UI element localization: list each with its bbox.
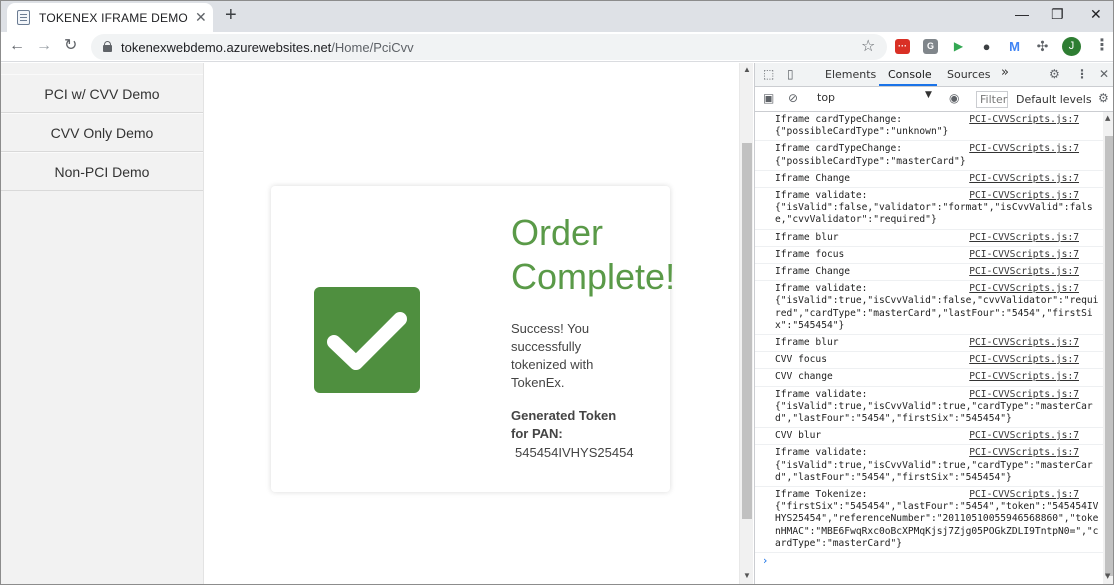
scroll-down-icon[interactable]: ▼ — [1105, 572, 1110, 580]
scroll-up-icon[interactable]: ▲ — [1105, 114, 1110, 122]
page-scrollbar[interactable]: ▲ ▼ — [739, 63, 753, 584]
browser-tab[interactable]: TOKENEX IFRAME DEMO ✕ — [7, 3, 213, 32]
tab-title: TOKENEX IFRAME DEMO — [39, 11, 188, 25]
devtools-panel: ⬚ ▯ Elements Console Sources » ⚙ ⋮ ✕ ▣ ⊘… — [754, 63, 1113, 584]
console-source-link[interactable]: PCI-CVVScripts.js:7 — [969, 232, 1079, 244]
active-tab-indicator — [879, 84, 937, 86]
console-source-link[interactable]: PCI-CVVScripts.js:7 — [969, 354, 1079, 366]
console-source-link[interactable]: PCI-CVVScripts.js:7 — [969, 283, 1079, 295]
scroll-down-icon[interactable]: ▼ — [743, 571, 751, 580]
extension-icon[interactable]: ● — [979, 39, 994, 54]
console-message: Iframe cardTypeChange: {"possibleCardTyp… — [755, 141, 1103, 171]
close-devtools-icon[interactable]: ✕ — [1099, 67, 1109, 81]
console-message: Iframe validate: {"isValid":true,"isCvvV… — [755, 445, 1103, 488]
log-levels-dropdown[interactable]: Default levels — [1016, 93, 1092, 106]
forward-button[interactable]: → — [36, 37, 52, 55]
back-button[interactable]: ← — [9, 37, 25, 55]
console-source-link[interactable]: PCI-CVVScripts.js:7 — [969, 249, 1079, 261]
profile-avatar[interactable]: J — [1062, 37, 1081, 56]
minimize-button[interactable]: — — [1015, 5, 1029, 23]
token-label: Generated Token for PAN: — [511, 408, 617, 441]
console-filter-input[interactable]: Filter — [976, 91, 1008, 108]
console-message: CVV focus PCI-CVVScripts.js:7 — [755, 352, 1103, 370]
chevron-down-icon: ▼ — [925, 90, 932, 100]
page-scroll-thumb[interactable] — [742, 143, 752, 519]
new-tab-button[interactable]: + — [225, 4, 237, 26]
tab-console[interactable]: Console — [888, 68, 932, 81]
devtools-menu-icon[interactable]: ⋮ — [1076, 67, 1088, 81]
console-message: Iframe validate: {"isValid":false,"valid… — [755, 188, 1103, 230]
console-source-link[interactable]: PCI-CVVScripts.js:7 — [969, 337, 1079, 349]
console-message: Iframe Change PCI-CVVScripts.js:7 — [755, 264, 1103, 282]
console-prompt[interactable]: › — [755, 553, 1103, 568]
console-source-link[interactable]: PCI-CVVScripts.js:7 — [969, 190, 1079, 202]
context-selector[interactable]: top ▼ — [817, 90, 937, 104]
console-source-link[interactable]: PCI-CVVScripts.js:7 — [969, 173, 1079, 185]
sidebar-item-pci-cvv[interactable]: PCI w/ CVV Demo — [1, 74, 203, 113]
sidebar-item-cvv-only[interactable]: CVV Only Demo — [1, 113, 203, 152]
bookmark-star-icon[interactable]: ☆ — [861, 38, 875, 56]
sidebar-toggle-icon[interactable]: ▣ — [763, 91, 774, 105]
console-message: Iframe blur PCI-CVVScripts.js:7 — [755, 335, 1103, 353]
restore-button[interactable]: ❐ — [1051, 5, 1064, 23]
console-source-link[interactable]: PCI-CVVScripts.js:7 — [969, 114, 1079, 126]
live-expression-eye-icon[interactable]: ◉ — [949, 91, 959, 105]
devtools-tabbar: ⬚ ▯ Elements Console Sources » ⚙ ⋮ ✕ — [755, 63, 1113, 87]
tab-sources[interactable]: Sources — [947, 68, 991, 81]
settings-gear-icon[interactable]: ⚙ — [1049, 67, 1060, 81]
clear-console-icon[interactable]: ⊘ — [788, 91, 798, 105]
order-complete-title: Order Complete! — [511, 212, 676, 297]
lock-icon[interactable] — [103, 41, 112, 52]
console-message: Iframe validate: {"isValid":true,"isCvvV… — [755, 281, 1103, 336]
extension-icon[interactable]: M — [1007, 39, 1022, 54]
extensions-puzzle-icon[interactable]: ✣ — [1035, 39, 1050, 54]
reload-button[interactable]: ↻ — [64, 37, 77, 55]
scroll-up-icon[interactable]: ▲ — [743, 65, 751, 74]
sidebar-item-non-pci[interactable]: Non-PCI Demo — [1, 152, 203, 191]
extension-icon[interactable]: G — [923, 39, 938, 54]
console-message: Iframe blur PCI-CVVScripts.js:7 — [755, 230, 1103, 247]
console-scroll-thumb[interactable] — [1105, 136, 1113, 576]
address-bar[interactable]: tokenexwebdemo.azurewebsites.net/Home/Pc… — [91, 34, 887, 60]
tab-close-icon[interactable]: ✕ — [195, 9, 207, 25]
page-favicon-icon — [17, 10, 30, 25]
tab-elements[interactable]: Elements — [825, 68, 876, 81]
console-message: Iframe validate: {"isValid":true,"isCvvV… — [755, 387, 1103, 429]
console-source-link[interactable]: PCI-CVVScripts.js:7 — [969, 143, 1079, 155]
console-source-link[interactable]: PCI-CVVScripts.js:7 — [969, 489, 1079, 501]
extension-icon[interactable]: ▶ — [951, 39, 966, 54]
console-source-link[interactable]: PCI-CVVScripts.js:7 — [969, 266, 1079, 278]
page-viewport: PCI w/ CVV Demo CVV Only Demo Non-PCI De… — [1, 63, 753, 584]
browser-toolbar: ← → ↻ tokenexwebdemo.azurewebsites.net/H… — [1, 32, 1113, 62]
tab-strip: TOKENEX IFRAME DEMO ✕ + — ❐ ✕ — [1, 1, 1113, 32]
console-filter-bar: ▣ ⊘ top ▼ ◉ Filter Default levels ⚙ — [755, 87, 1113, 112]
browser-window: TOKENEX IFRAME DEMO ✕ + — ❐ ✕ ← → ↻ toke… — [0, 0, 1114, 585]
token-value: 545454IVHYS25454 — [515, 445, 634, 460]
checkmark-icon — [314, 287, 420, 393]
close-window-button[interactable]: ✕ — [1090, 5, 1102, 23]
console-scrollbar[interactable]: ▲ ▼ — [1103, 112, 1113, 584]
demo-sidebar: PCI w/ CVV Demo CVV Only Demo Non-PCI De… — [1, 63, 204, 584]
console-message: Iframe Change PCI-CVVScripts.js:7 — [755, 171, 1103, 189]
extension-icon[interactable]: ··· — [895, 39, 910, 54]
console-message: CVV change PCI-CVVScripts.js:7 — [755, 369, 1103, 387]
success-message: Success! You successfully tokenized with… — [511, 321, 594, 390]
console-source-link[interactable]: PCI-CVVScripts.js:7 — [969, 447, 1079, 459]
console-message: CVV blur PCI-CVVScripts.js:7 — [755, 428, 1103, 446]
more-tabs-icon[interactable]: » — [1001, 65, 1009, 80]
url-text: tokenexwebdemo.azurewebsites.net/Home/Pc… — [121, 40, 414, 55]
console-log-area: Iframe cardTypeChange: {"possibleCardTyp… — [755, 112, 1103, 584]
browser-menu-icon[interactable]: ⋮ — [1094, 37, 1110, 55]
inspect-element-icon[interactable]: ⬚ — [763, 67, 774, 81]
console-settings-gear-icon[interactable]: ⚙ — [1098, 91, 1109, 105]
console-message: Iframe cardTypeChange: {"possibleCardTyp… — [755, 112, 1103, 142]
device-toolbar-icon[interactable]: ▯ — [787, 67, 794, 81]
console-source-link[interactable]: PCI-CVVScripts.js:7 — [969, 430, 1079, 442]
console-source-link[interactable]: PCI-CVVScripts.js:7 — [969, 371, 1079, 383]
console-message: Iframe Tokenize: {"firstSix":"545454","l… — [755, 487, 1103, 554]
console-message: Iframe focus PCI-CVVScripts.js:7 — [755, 247, 1103, 265]
console-source-link[interactable]: PCI-CVVScripts.js:7 — [969, 389, 1079, 401]
